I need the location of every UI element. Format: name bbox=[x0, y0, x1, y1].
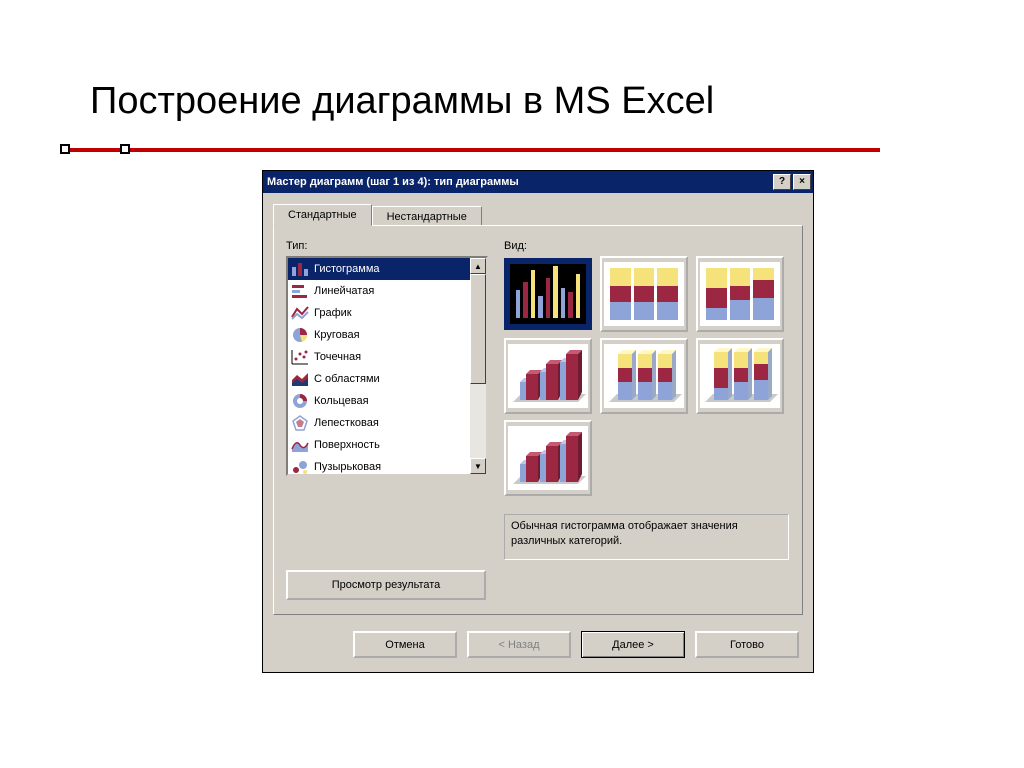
next-button[interactable]: Далее > bbox=[581, 631, 685, 658]
list-item-label: Поверхность bbox=[314, 439, 380, 451]
tab-custom[interactable]: Нестандартные bbox=[372, 206, 482, 226]
chart-subtype[interactable] bbox=[504, 420, 592, 496]
line-icon bbox=[290, 304, 310, 322]
list-item[interactable]: Точечная bbox=[288, 346, 470, 368]
radar-icon bbox=[290, 414, 310, 432]
area-icon bbox=[290, 370, 310, 388]
chart-wizard-dialog: Мастер диаграмм (шаг 1 из 4): тип диагра… bbox=[262, 170, 814, 673]
scroll-up-button[interactable]: ▲ bbox=[470, 258, 486, 274]
chart-subtype[interactable] bbox=[696, 338, 784, 414]
scrollbar[interactable]: ▲ ▼ bbox=[470, 258, 486, 474]
tab-panel: Тип: Вид: Гистограмма Линейчатая График Кру… bbox=[273, 225, 803, 615]
preview-button[interactable]: Просмотр результата bbox=[286, 570, 486, 600]
chart-subtype[interactable] bbox=[504, 338, 592, 414]
list-item[interactable]: График bbox=[288, 302, 470, 324]
list-item-label: Пузырьковая bbox=[314, 461, 381, 473]
list-item-label: Линейчатая bbox=[314, 285, 374, 297]
list-item-label: Круговая bbox=[314, 329, 360, 341]
list-item[interactable]: Линейчатая bbox=[288, 280, 470, 302]
wizard-button-bar: Отмена < Назад Далее > Готово bbox=[263, 619, 813, 672]
title-rule bbox=[60, 148, 880, 152]
bubble-icon bbox=[290, 458, 310, 476]
list-item[interactable]: Пузырьковая bbox=[288, 456, 470, 476]
list-item[interactable]: Поверхность bbox=[288, 434, 470, 456]
list-item[interactable]: С областями bbox=[288, 368, 470, 390]
title-rule-cap bbox=[60, 144, 70, 154]
dialog-title: Мастер диаграмм (шаг 1 из 4): тип диагра… bbox=[267, 176, 771, 188]
tab-strip: Стандартные Нестандартные bbox=[273, 203, 803, 225]
scroll-down-button[interactable]: ▼ bbox=[470, 458, 486, 474]
scatter-icon bbox=[290, 348, 310, 366]
list-item-label: С областями bbox=[314, 373, 380, 385]
subtype-description: Обычная гистограмма отображает значения … bbox=[504, 514, 789, 560]
list-item-label: Лепестковая bbox=[314, 417, 379, 429]
list-item[interactable]: Кольцевая bbox=[288, 390, 470, 412]
list-item-label: Точечная bbox=[314, 351, 361, 363]
titlebar[interactable]: Мастер диаграмм (шаг 1 из 4): тип диагра… bbox=[263, 171, 813, 193]
chart-subtype-grid bbox=[504, 256, 789, 496]
column-icon bbox=[290, 260, 310, 278]
label-view: Вид: bbox=[504, 240, 527, 252]
label-type: Тип: bbox=[286, 240, 307, 252]
close-button[interactable]: × bbox=[793, 174, 811, 190]
list-item[interactable]: Круговая bbox=[288, 324, 470, 346]
chart-subtype[interactable] bbox=[696, 256, 784, 332]
scroll-thumb[interactable] bbox=[470, 274, 486, 384]
chart-subtype[interactable] bbox=[504, 256, 592, 332]
list-item-label: Гистограмма bbox=[314, 263, 380, 275]
list-item-label: Кольцевая bbox=[314, 395, 369, 407]
chart-subtype[interactable] bbox=[600, 256, 688, 332]
list-item[interactable]: Гистограмма bbox=[288, 258, 470, 280]
help-button[interactable]: ? bbox=[773, 174, 791, 190]
surface-icon bbox=[290, 436, 310, 454]
back-button[interactable]: < Назад bbox=[467, 631, 571, 658]
bar-icon bbox=[290, 282, 310, 300]
list-item-label: График bbox=[314, 307, 352, 319]
pie-icon bbox=[290, 326, 310, 344]
slide-title: Построение диаграммы в MS Excel bbox=[90, 80, 714, 123]
tab-standard[interactable]: Стандартные bbox=[273, 204, 372, 226]
doughnut-icon bbox=[290, 392, 310, 410]
list-item[interactable]: Лепестковая bbox=[288, 412, 470, 434]
finish-button[interactable]: Готово bbox=[695, 631, 799, 658]
cancel-button[interactable]: Отмена bbox=[353, 631, 457, 658]
title-rule-cap bbox=[120, 144, 130, 154]
scroll-track[interactable] bbox=[470, 384, 486, 458]
chart-type-listbox[interactable]: Гистограмма Линейчатая График Круговая Точеч… bbox=[286, 256, 488, 476]
chart-subtype[interactable] bbox=[600, 338, 688, 414]
